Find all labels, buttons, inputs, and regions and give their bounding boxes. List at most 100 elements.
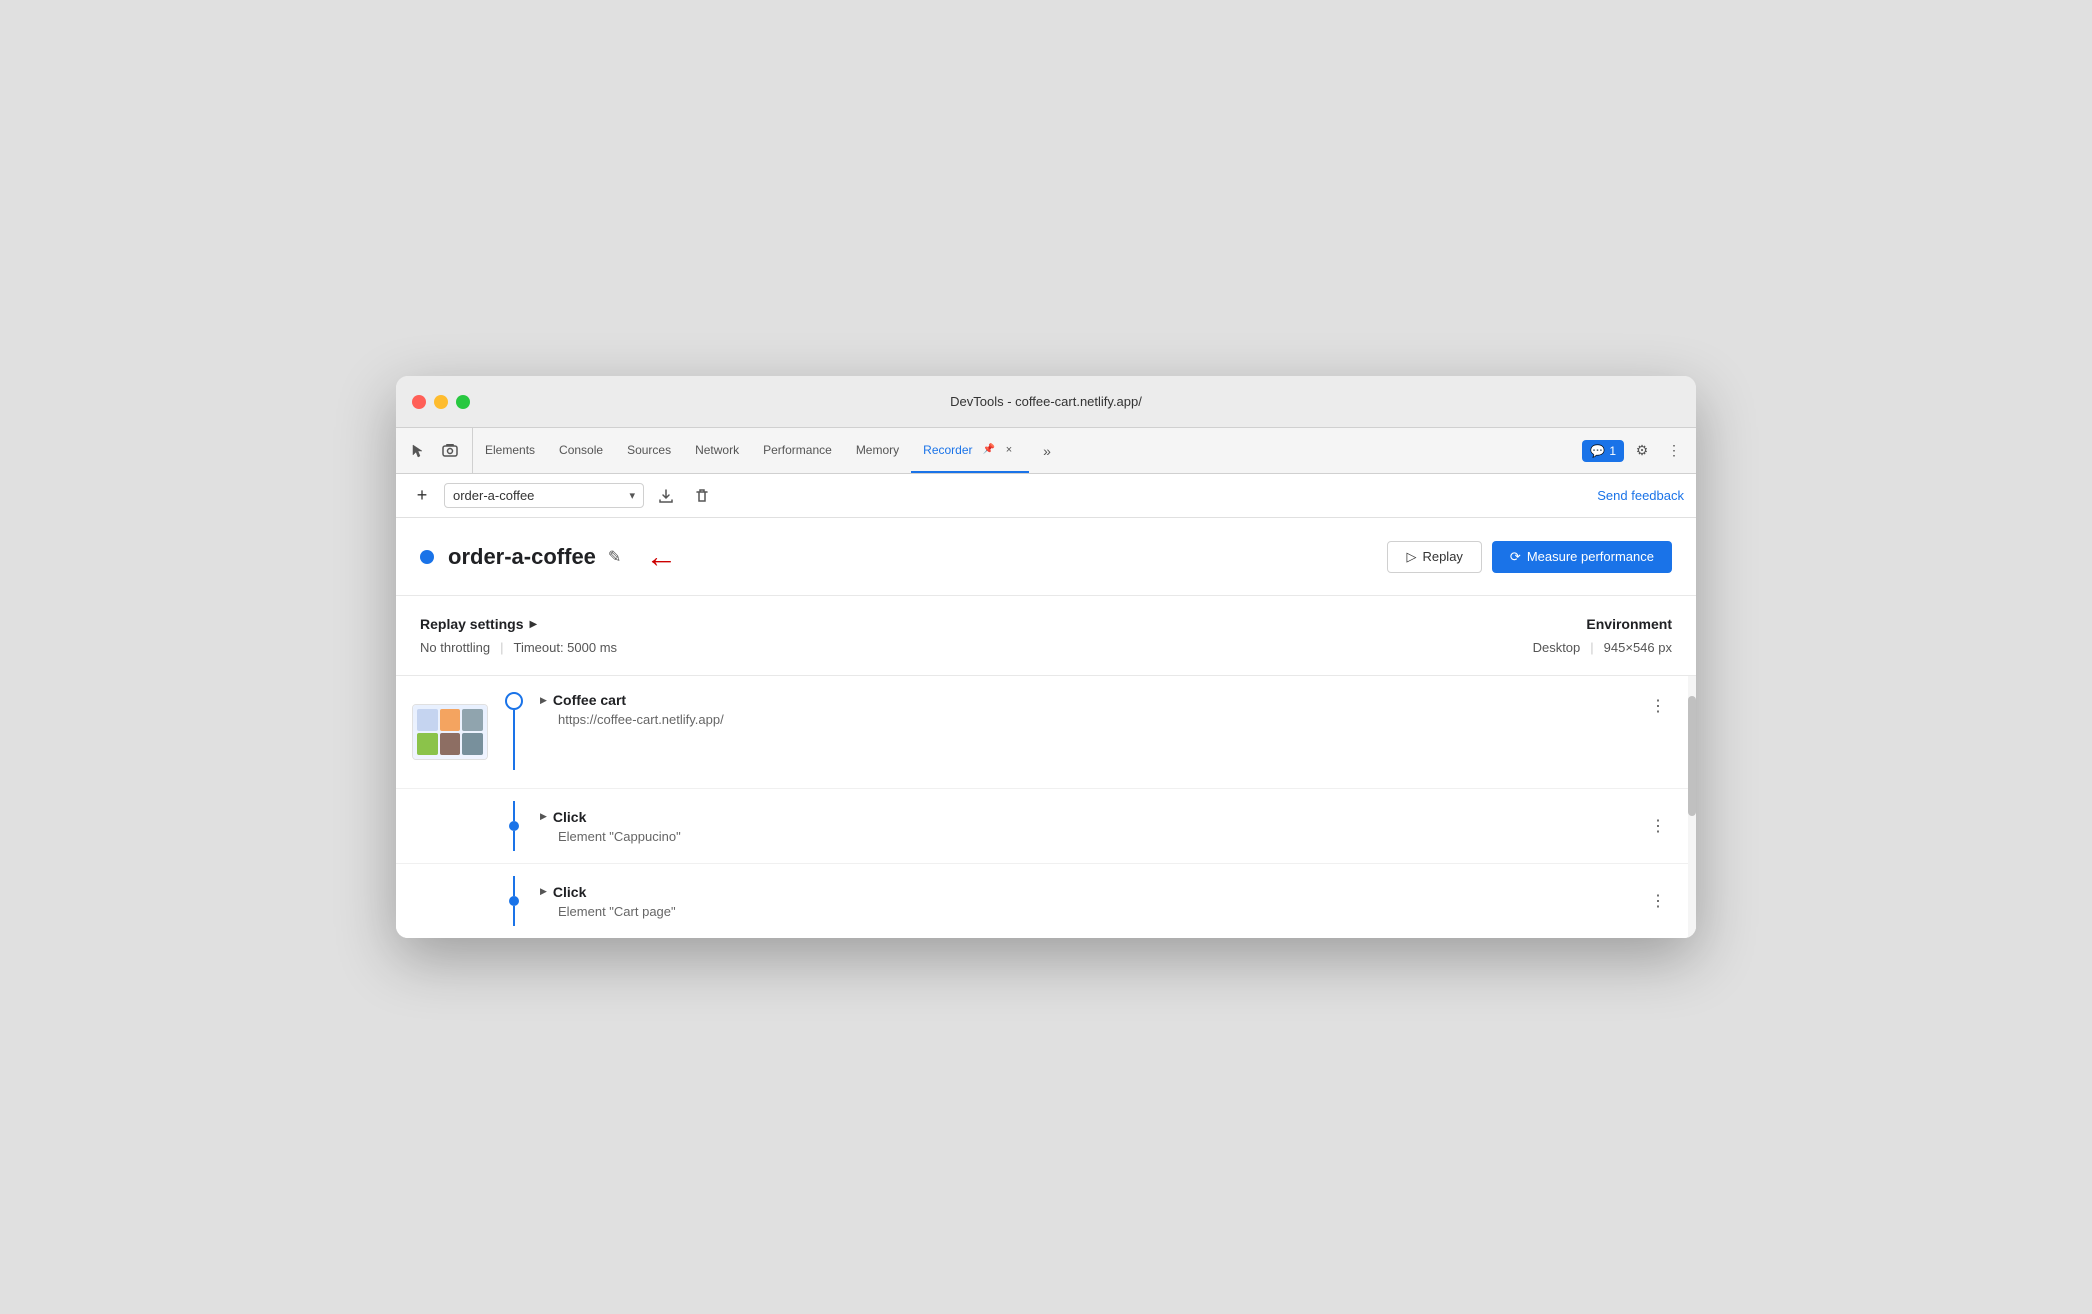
maximize-button[interactable] — [456, 395, 470, 409]
desktop-label: Desktop — [1533, 640, 1581, 655]
recording-selector[interactable]: order-a-coffee ▾ — [444, 483, 644, 508]
step-navigate: ▶ Coffee cart https://coffee-cart.netlif… — [396, 676, 1696, 789]
step-expand-click2[interactable]: ▶ — [540, 886, 547, 897]
thumb-cell-5 — [440, 733, 461, 755]
thumb-cell-4 — [417, 733, 438, 755]
step-expand-click1[interactable]: ▶ — [540, 811, 547, 822]
step-content-click2: ▶ Click Element "Cart page" — [532, 884, 1644, 919]
send-feedback-link[interactable]: Send feedback — [1597, 488, 1684, 503]
step-title-navigate: Coffee cart — [553, 692, 626, 708]
thumb-cell-6 — [462, 733, 483, 755]
step-title-row-click2: ▶ Click — [540, 884, 1644, 900]
play-icon: ▷ — [1406, 549, 1416, 565]
step-line-bottom-1 — [513, 831, 515, 851]
tab-memory[interactable]: Memory — [844, 428, 911, 473]
scrollbar-thumb[interactable] — [1688, 696, 1696, 816]
measure-icon: ⟳ — [1510, 549, 1521, 565]
more-tabs-icon[interactable]: » — [1033, 437, 1061, 465]
recorder-close-button[interactable]: × — [1001, 442, 1017, 458]
step-line-top-2 — [513, 876, 515, 896]
step-dot-click1 — [509, 821, 519, 831]
step-title-click2: Click — [553, 884, 586, 900]
minimize-button[interactable] — [434, 395, 448, 409]
tab-recorder[interactable]: Recorder 📌 × — [911, 428, 1029, 473]
steps-container[interactable]: ▶ Coffee cart https://coffee-cart.netlif… — [396, 676, 1696, 938]
settings-section: Replay settings ▶ No throttling | Timeou… — [396, 596, 1696, 676]
thumb-cell-3 — [462, 709, 483, 731]
main-content: order-a-coffee ✎ ← ▷ Replay ⟳ Measure pe… — [396, 518, 1696, 938]
notifications-button[interactable]: 💬 1 — [1582, 440, 1624, 462]
add-recording-button[interactable]: + — [408, 482, 436, 510]
step-timeline-click2 — [496, 876, 532, 926]
step-thumbnail-area — [396, 692, 496, 772]
close-button[interactable] — [412, 395, 426, 409]
settings-icon[interactable]: ⚙ — [1628, 437, 1656, 465]
tab-elements[interactable]: Elements — [473, 428, 547, 473]
red-arrow-annotation: ← — [645, 538, 677, 575]
tab-bar-tools — [404, 428, 473, 473]
resolution-label: 945×546 px — [1604, 640, 1672, 655]
step-timeline-navigate — [496, 692, 532, 770]
step-line-top-1 — [513, 801, 515, 821]
recording-title: order-a-coffee — [448, 544, 596, 570]
environment-details: Desktop | 945×546 px — [1533, 640, 1672, 655]
thumb-cell-1 — [417, 709, 438, 731]
step-click-cartpage: ▶ Click Element "Cart page" ⋮ — [396, 864, 1696, 938]
step-timeline-click1 — [496, 801, 532, 851]
export-recording-button[interactable] — [652, 482, 680, 510]
title-bar: DevTools - coffee-cart.netlify.app/ — [396, 376, 1696, 428]
replay-settings-row: Replay settings ▶ — [420, 616, 617, 632]
settings-right: Environment Desktop | 945×546 px — [1533, 616, 1672, 655]
step-more-click1[interactable]: ⋮ — [1644, 812, 1672, 840]
tab-sources[interactable]: Sources — [615, 428, 683, 473]
tab-bar-right: 💬 1 ⚙ ⋮ — [1574, 428, 1688, 473]
step-thumbnail — [412, 704, 488, 760]
delete-recording-button[interactable] — [688, 482, 716, 510]
recording-indicator — [420, 550, 434, 564]
step-dot-click2 — [509, 896, 519, 906]
recording-header: order-a-coffee ✎ ← ▷ Replay ⟳ Measure pe… — [396, 518, 1696, 596]
env-divider: | — [1590, 640, 1593, 655]
step-title-click1: Click — [553, 809, 586, 825]
step-content-click1: ▶ Click Element "Cappucino" — [532, 809, 1644, 844]
step-click-cappucino: ▶ Click Element "Cappucino" ⋮ — [396, 789, 1696, 864]
tab-bar: Elements Console Sources Network Perform… — [396, 428, 1696, 474]
chat-icon: 💬 — [1590, 444, 1605, 458]
step-more-click2[interactable]: ⋮ — [1644, 887, 1672, 915]
settings-expand-icon[interactable]: ▶ — [529, 619, 537, 630]
step-dot-navigate — [505, 692, 523, 710]
step-title-row-navigate: ▶ Coffee cart — [540, 692, 1644, 708]
more-options-icon[interactable]: ⋮ — [1660, 437, 1688, 465]
step-title-row-click1: ▶ Click — [540, 809, 1644, 825]
traffic-lights — [412, 395, 470, 409]
step-subtitle-click1: Element "Cappucino" — [558, 829, 1644, 844]
edit-title-icon[interactable]: ✎ — [608, 547, 621, 567]
tab-performance[interactable]: Performance — [751, 428, 844, 473]
step-subtitle-navigate: https://coffee-cart.netlify.app/ — [558, 712, 1644, 727]
settings-divider: | — [500, 640, 503, 655]
measure-performance-button[interactable]: ⟳ Measure performance — [1492, 541, 1672, 573]
step-subtitle-click2: Element "Cart page" — [558, 904, 1644, 919]
cursor-icon[interactable] — [404, 437, 432, 465]
tab-console[interactable]: Console — [547, 428, 615, 473]
dropdown-chevron-icon: ▾ — [629, 489, 635, 502]
replay-settings-label: Replay settings — [420, 616, 523, 632]
step-line-bottom-2 — [513, 906, 515, 926]
devtools-window: DevTools - coffee-cart.netlify.app/ Elem… — [396, 376, 1696, 938]
environment-label: Environment — [1533, 616, 1672, 632]
settings-left: Replay settings ▶ No throttling | Timeou… — [420, 616, 617, 655]
step-content-navigate: ▶ Coffee cart https://coffee-cart.netlif… — [532, 692, 1644, 727]
toolbar: + order-a-coffee ▾ Send feedback — [396, 474, 1696, 518]
screenshot-icon[interactable] — [436, 437, 464, 465]
replay-button[interactable]: ▷ Replay — [1387, 541, 1481, 573]
tabs: Elements Console Sources Network Perform… — [473, 428, 1574, 473]
scrollbar-track — [1688, 676, 1696, 938]
window-title: DevTools - coffee-cart.netlify.app/ — [950, 394, 1142, 409]
no-throttling-label: No throttling — [420, 640, 490, 655]
step-line-navigate — [513, 710, 515, 770]
timeout-label: Timeout: 5000 ms — [513, 640, 617, 655]
settings-details: No throttling | Timeout: 5000 ms — [420, 640, 617, 655]
step-expand-navigate[interactable]: ▶ — [540, 695, 547, 706]
tab-network[interactable]: Network — [683, 428, 751, 473]
step-more-navigate[interactable]: ⋮ — [1644, 692, 1672, 720]
